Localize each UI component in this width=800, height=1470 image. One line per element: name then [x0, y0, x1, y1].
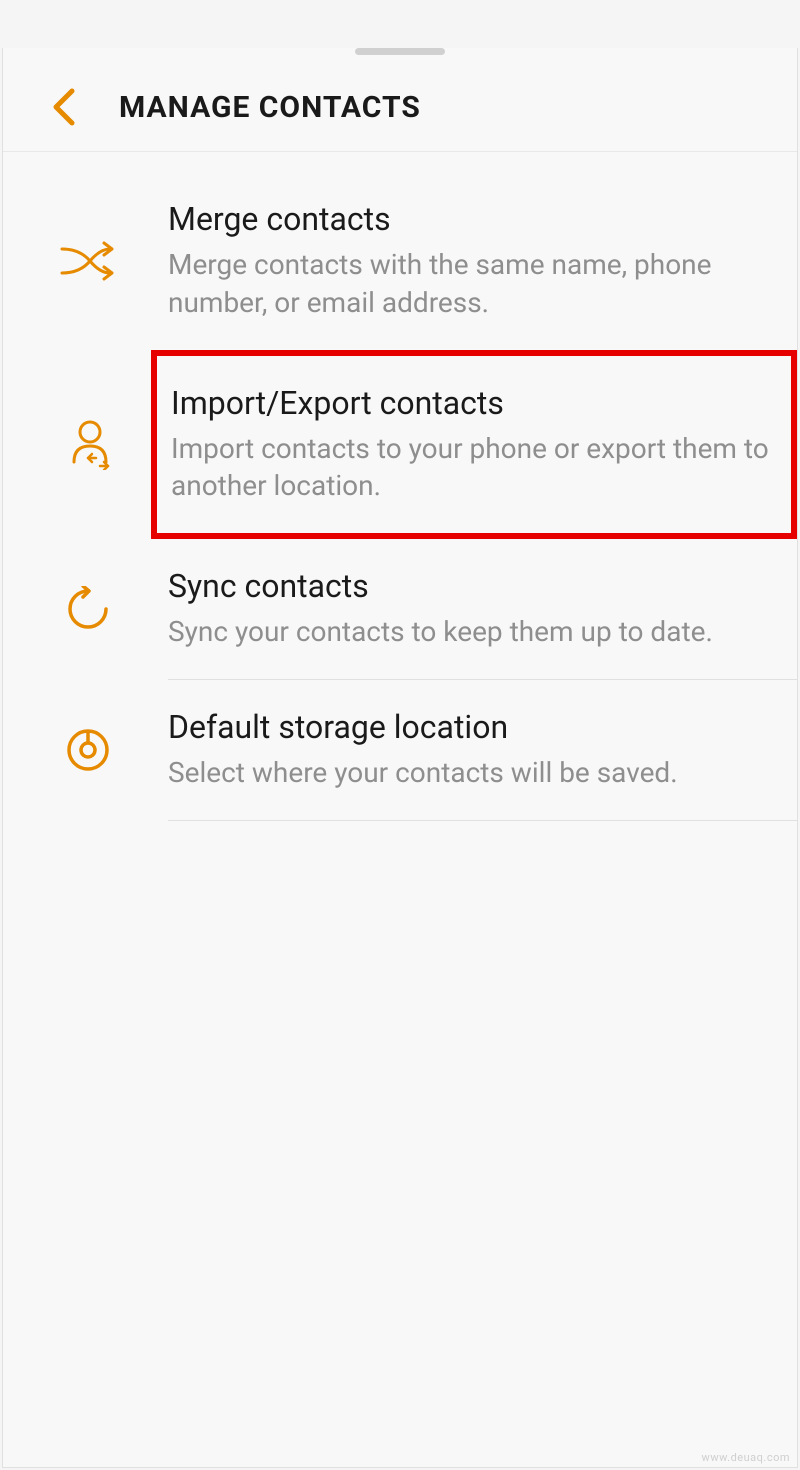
item-description: Import contacts to your phone or export … [171, 430, 777, 506]
import-export-contacts-item[interactable]: Import/Export contacts Import contacts t… [151, 350, 797, 540]
back-chevron-icon [50, 87, 76, 127]
merge-icon [60, 233, 116, 289]
item-title: Default storage location [168, 708, 777, 746]
item-title: Sync contacts [168, 567, 777, 605]
merge-contacts-item[interactable]: Merge contacts Merge contacts with the s… [168, 172, 797, 350]
default-storage-item[interactable]: Default storage location Select where yo… [168, 680, 797, 821]
item-title: Merge contacts [168, 200, 777, 238]
back-button[interactable] [43, 87, 83, 127]
import-export-icon [65, 416, 121, 472]
speaker-notch [355, 48, 445, 55]
watermark: www.deuaq.com [702, 1451, 790, 1464]
settings-list: Merge contacts Merge contacts with the s… [3, 152, 797, 821]
header: MANAGE CONTACTS [3, 75, 797, 152]
storage-icon [60, 722, 116, 778]
sync-icon [60, 581, 116, 637]
page-title: MANAGE CONTACTS [119, 90, 421, 125]
item-description: Merge contacts with the same name, phone… [168, 246, 777, 322]
item-description: Select where your contacts will be saved… [168, 754, 777, 792]
item-description: Sync your contacts to keep them up to da… [168, 613, 777, 651]
item-title: Import/Export contacts [171, 384, 777, 422]
sync-contacts-item[interactable]: Sync contacts Sync your contacts to keep… [168, 539, 797, 680]
